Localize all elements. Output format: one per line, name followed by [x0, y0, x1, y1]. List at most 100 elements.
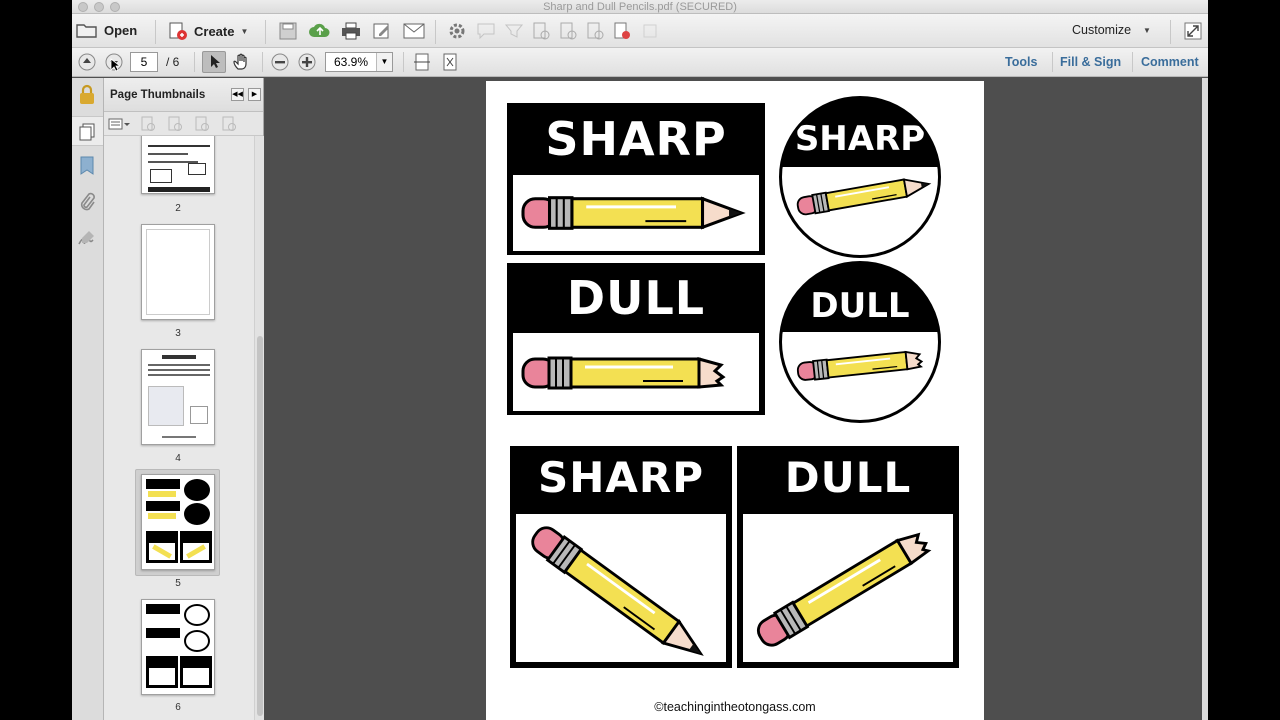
- mail-icon[interactable]: [403, 23, 425, 39]
- divider: [403, 52, 404, 72]
- divider: [265, 20, 266, 44]
- customize-button[interactable]: Customize ▼: [1072, 23, 1151, 37]
- divider: [435, 20, 436, 44]
- bookmark-icon[interactable]: [78, 156, 96, 176]
- dull-square-card: DULL: [737, 446, 959, 668]
- main-toolbar: Open Create ▼ Customize ▼: [72, 14, 1208, 48]
- dull-circle-text: DULL: [810, 286, 910, 326]
- fit-page-icon[interactable]: [441, 52, 459, 72]
- page-number-input[interactable]: 5: [130, 52, 158, 72]
- tools-tab[interactable]: Tools: [1005, 55, 1037, 69]
- select-tool-button[interactable]: [202, 51, 226, 73]
- thumbnail-scrollbar[interactable]: [254, 136, 264, 720]
- open-button[interactable]: Open: [76, 22, 137, 38]
- sharp-square-card: SHARP: [510, 446, 732, 668]
- vertical-scrollbar[interactable]: [1202, 78, 1208, 720]
- thumbnail-number: 3: [175, 328, 181, 339]
- thumbnail-page-2[interactable]: [141, 136, 215, 194]
- insert-page-icon[interactable]: [140, 116, 156, 132]
- thumbnail-page-5[interactable]: [141, 474, 215, 570]
- copyright-footer: ©teachingintheotongass.com: [654, 700, 816, 714]
- upload-icon[interactable]: [309, 22, 331, 40]
- doc-tool-icon[interactable]: [559, 22, 577, 40]
- navigation-toolbar: 5 / 6 63.9% ▼ Tools Fill & Sign Comment: [72, 48, 1208, 77]
- page-icon: [79, 123, 95, 141]
- redact-icon[interactable]: [613, 22, 631, 40]
- label-window: [513, 333, 759, 411]
- lock-icon[interactable]: [77, 84, 97, 106]
- doc-tool-icon[interactable]: [532, 22, 550, 40]
- gear-icon[interactable]: [448, 22, 466, 40]
- edit-icon[interactable]: [372, 22, 392, 40]
- dull-square-text: DULL: [784, 453, 912, 502]
- panel-header: Page Thumbnails ◀◀ ▶: [104, 78, 263, 112]
- page-thumbnails-tab[interactable]: [72, 116, 103, 146]
- zoom-out-icon[interactable]: [271, 53, 289, 71]
- sharp-pencil-icon: [795, 173, 932, 218]
- rotate-page-icon[interactable]: [194, 116, 210, 132]
- thumbnail-options-bar: [104, 112, 263, 136]
- expand-panel-button[interactable]: ▶: [248, 88, 261, 101]
- title-bar: Sharp and Dull Pencils.pdf (SECURED): [72, 0, 1208, 14]
- fill-sign-tab[interactable]: Fill & Sign: [1060, 55, 1121, 69]
- print-icon[interactable]: [341, 22, 361, 40]
- blank-tool-icon[interactable]: [642, 23, 658, 39]
- acrobat-window: Sharp and Dull Pencils.pdf (SECURED) Ope…: [72, 0, 1208, 720]
- save-icon[interactable]: [278, 22, 298, 40]
- divider: [1170, 20, 1171, 44]
- navigation-pane-rail: [72, 78, 104, 720]
- fit-width-icon[interactable]: [413, 52, 431, 72]
- page-thumbnails-panel: Page Thumbnails ◀◀ ▶ 2 3 4 5 6: [104, 78, 264, 720]
- doc-tool-icon[interactable]: [586, 22, 604, 40]
- zoom-in-icon[interactable]: [298, 53, 316, 71]
- create-label: Create: [194, 23, 235, 39]
- comment-tab[interactable]: Comment: [1141, 55, 1199, 69]
- thumbnail-number: 5: [175, 578, 181, 589]
- options-menu-icon[interactable]: [108, 117, 130, 131]
- select-arrow-icon: [211, 55, 220, 68]
- divider: [1132, 52, 1133, 72]
- document-view[interactable]: SHARP SHARP DULL DULL SHARP DULL ©teachi…: [265, 78, 1208, 720]
- circle-window: [782, 167, 938, 255]
- signature-icon[interactable]: [77, 228, 97, 248]
- chevron-right-icon: ▶: [251, 91, 258, 98]
- circle-window: [782, 332, 938, 420]
- label-window: [516, 514, 726, 667]
- hand-icon[interactable]: [232, 52, 252, 72]
- label-window: [743, 514, 953, 662]
- sharp-square-text: SHARP: [537, 453, 705, 502]
- zoom-input[interactable]: 63.9% ▼: [325, 52, 393, 72]
- expand-icon[interactable]: [1184, 22, 1202, 40]
- scrollbar-thumb[interactable]: [257, 336, 263, 716]
- window-title: Sharp and Dull Pencils.pdf (SECURED): [543, 1, 737, 13]
- extract-page-icon[interactable]: [221, 116, 237, 132]
- pdf-page: SHARP SHARP DULL DULL SHARP DULL ©teachi…: [486, 81, 984, 720]
- thumbnail-number: 2: [175, 203, 181, 214]
- mouse-cursor-icon: [110, 58, 120, 72]
- sharp-pencil-icon: [521, 196, 743, 230]
- divider: [1052, 52, 1053, 72]
- stamp-icon[interactable]: [505, 23, 523, 39]
- collapse-panel-button[interactable]: ◀◀: [231, 88, 244, 101]
- thumbnail-page-6[interactable]: [141, 599, 215, 695]
- thumbnail-list: 2 3 4 5 6: [104, 136, 254, 720]
- thumbnail-number: 4: [175, 453, 181, 464]
- panel-title: Page Thumbnails: [110, 89, 206, 101]
- thumbnail-page-4[interactable]: [141, 349, 215, 445]
- sharp-pencil-diagonal-icon: [526, 521, 711, 667]
- chevron-down-icon[interactable]: ▼: [376, 53, 392, 71]
- comment-icon[interactable]: [477, 23, 495, 39]
- double-chevron-left-icon: ◀◀: [232, 91, 243, 98]
- delete-page-icon[interactable]: [167, 116, 183, 132]
- sharp-circle-label: SHARP: [779, 96, 941, 258]
- open-label: Open: [104, 22, 138, 38]
- attachment-icon[interactable]: [78, 192, 96, 212]
- up-arrow-icon[interactable]: [78, 53, 96, 71]
- folder-icon: [76, 24, 97, 38]
- create-button[interactable]: Create ▼: [168, 22, 248, 40]
- thumbnail-number: 6: [175, 702, 181, 713]
- zoom-value: 63.9%: [334, 55, 369, 69]
- thumbnail-page-3[interactable]: [141, 224, 215, 320]
- create-icon: [169, 22, 187, 40]
- label-window: [513, 175, 759, 251]
